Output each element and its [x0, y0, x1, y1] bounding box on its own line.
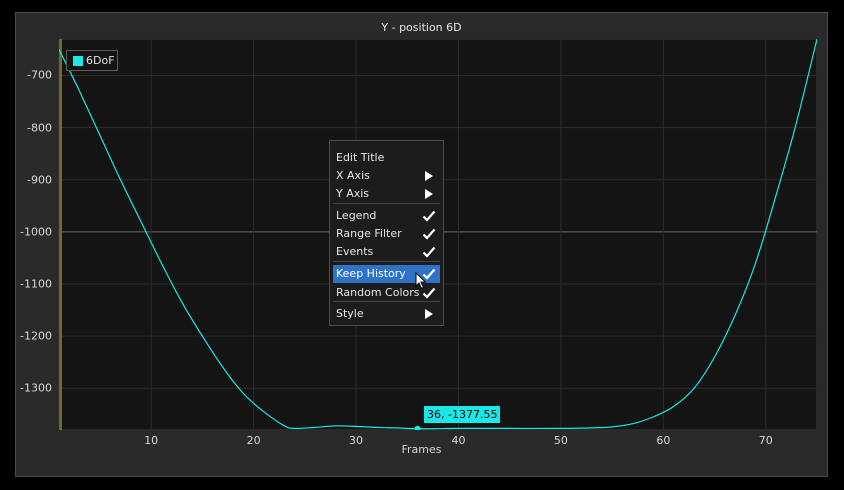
- y-tick-label: -900: [27, 173, 52, 187]
- y-tick-label: -800: [27, 121, 52, 135]
- context-menu: Edit Title X Axis Y Axis Legend Range Filter…: [329, 140, 444, 326]
- menu-item-label: Y Axis: [336, 187, 370, 200]
- legend[interactable]: 6DoF: [66, 50, 118, 71]
- menu-item-label: Events: [336, 245, 374, 258]
- checkmark-icon: [422, 246, 436, 258]
- hover-tooltip: 36, -1377.55: [424, 406, 501, 423]
- menu-item-edit-title[interactable]: Edit Title: [333, 149, 440, 167]
- y-tick-label: -1100: [20, 277, 52, 291]
- menu-item-label: X Axis: [336, 169, 370, 182]
- menu-item-label: Range Filter: [336, 227, 402, 240]
- menu-separator: [333, 261, 440, 262]
- mouse-cursor-icon: [415, 272, 427, 290]
- checkmark-icon: [422, 210, 436, 222]
- menu-item-legend[interactable]: Legend: [333, 207, 440, 225]
- checkmark-icon: [422, 228, 436, 240]
- legend-swatch: [73, 56, 83, 66]
- submenu-arrow-icon: [425, 171, 433, 181]
- submenu-arrow-icon: [425, 309, 433, 319]
- menu-separator: [333, 203, 440, 204]
- menu-item-label: Legend: [336, 209, 377, 222]
- y-tick-label: -1000: [20, 225, 52, 239]
- legend-label: 6DoF: [86, 54, 115, 67]
- y-tick-label: -1200: [20, 329, 52, 343]
- menu-item-y-axis[interactable]: Y Axis: [333, 185, 440, 203]
- menu-item-label: Keep History: [336, 267, 406, 280]
- x-axis-title: Frames: [401, 443, 442, 456]
- y-tick-label: -700: [27, 68, 52, 82]
- menu-item-label: Random Colors: [336, 286, 420, 299]
- y-axis-bar: [59, 39, 62, 430]
- menu-item-events[interactable]: Events: [333, 243, 440, 261]
- submenu-arrow-icon: [425, 189, 433, 199]
- menu-item-label: Edit Title: [336, 151, 385, 164]
- y-tick-label: -1300: [20, 381, 52, 395]
- menu-item-label: Style: [336, 307, 364, 320]
- menu-item-style[interactable]: Style: [333, 305, 440, 323]
- chart-title: Y - position 6D: [381, 21, 462, 34]
- menu-item-range-filter[interactable]: Range Filter: [333, 225, 440, 243]
- menu-item-x-axis[interactable]: X Axis: [333, 167, 440, 185]
